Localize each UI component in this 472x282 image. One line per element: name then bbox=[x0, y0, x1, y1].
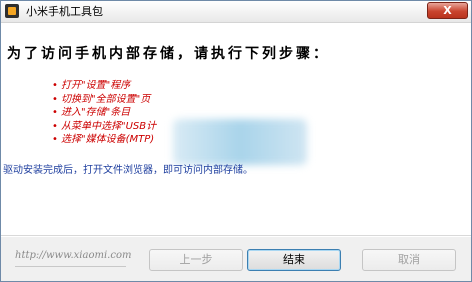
instruction-heading: 为了访问手机内部存储，请执行下列步骤： bbox=[7, 46, 330, 62]
step-item: • 进入"存储"条目 bbox=[52, 106, 156, 120]
step-item: • 打开"设置"程序 bbox=[52, 79, 156, 93]
bullet-icon: • bbox=[52, 107, 58, 118]
step-text: 打开"设置"程序 bbox=[61, 80, 131, 91]
info-text: 驱动安装完成后，打开文件浏览器，即可访问内部存储。 bbox=[3, 165, 253, 176]
close-button[interactable]: X bbox=[427, 2, 468, 19]
content-area: 为了访问手机内部存储，请执行下列步骤： • 打开"设置"程序 • 切换到"全部设置"… bbox=[1, 23, 471, 235]
window-title: 小米手机工具包 bbox=[26, 5, 103, 18]
steps-list: • 打开"设置"程序 • 切换到"全部设置"页 • 进入"存储"条目 • 从菜单中选择"… bbox=[52, 79, 156, 147]
finish-button[interactable]: 结束 bbox=[247, 249, 341, 271]
button-bar: http://www.xiaomi.com 上一步 结束 取消 bbox=[1, 235, 471, 281]
bullet-icon: • bbox=[52, 120, 58, 132]
website-link[interactable]: http://www.xiaomi.com bbox=[15, 250, 131, 261]
divider-line bbox=[15, 266, 126, 267]
previous-button[interactable]: 上一步 bbox=[149, 249, 243, 271]
bullet-icon: • bbox=[52, 80, 58, 91]
cancel-button[interactable]: 取消 bbox=[362, 249, 456, 271]
app-icon bbox=[5, 4, 19, 18]
redacted-blur bbox=[173, 119, 307, 165]
step-text: 从菜单中选择"USB计 bbox=[61, 120, 157, 132]
dialog-window: 小米手机工具包 X 为了访问手机内部存储，请执行下列步骤： • 打开"设置"程序 … bbox=[0, 0, 472, 282]
bullet-icon: • bbox=[52, 93, 58, 105]
step-item: • 从菜单中选择"USB计 bbox=[52, 120, 156, 134]
step-text: 进入"存储"条目 bbox=[61, 107, 131, 118]
separator bbox=[1, 235, 471, 237]
bullet-icon: • bbox=[52, 134, 58, 145]
step-item: • 选择"媒体设备(MTP) bbox=[52, 133, 156, 147]
step-item: • 切换到"全部设置"页 bbox=[52, 93, 156, 107]
step-text: 切换到"全部设置"页 bbox=[61, 93, 151, 105]
step-text: 选择"媒体设备(MTP) bbox=[61, 134, 155, 145]
title-bar: 小米手机工具包 X bbox=[1, 1, 471, 23]
